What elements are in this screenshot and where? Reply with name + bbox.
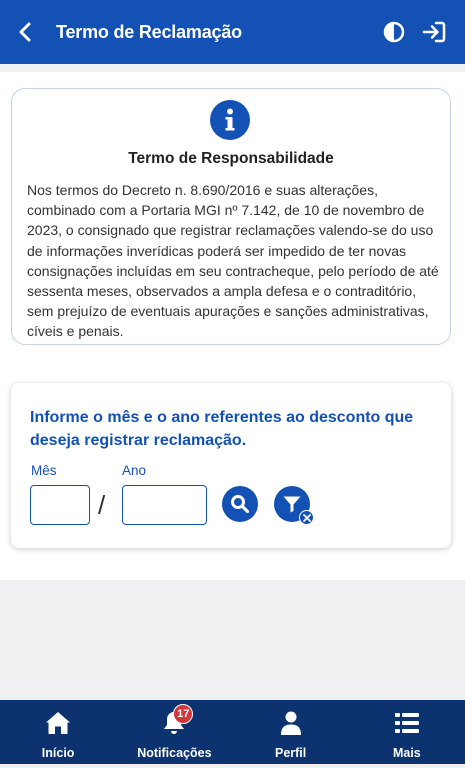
divider	[0, 64, 465, 72]
back-button[interactable]	[14, 21, 36, 43]
nav-item-more[interactable]: Mais	[349, 700, 465, 768]
login-button[interactable]	[421, 19, 447, 45]
list-icon	[393, 709, 421, 737]
date-separator: /	[98, 490, 106, 520]
page-title: Termo de Reclamação	[56, 21, 242, 42]
nav-label-more: Mais	[392, 746, 421, 760]
nav-item-profile[interactable]: Perfil	[233, 700, 349, 768]
user-icon	[277, 709, 305, 737]
filter-clear-icon	[299, 510, 314, 525]
home-icon	[44, 709, 72, 737]
month-label: Mês	[31, 463, 57, 478]
bottom-edge	[0, 764, 465, 768]
nav-label-profile: Perfil	[274, 746, 307, 760]
nav-item-notifications[interactable]: 17 Notificações	[116, 700, 232, 768]
nav-label-home: Início	[41, 746, 75, 760]
year-input[interactable]	[122, 485, 207, 525]
info-icon	[210, 100, 250, 140]
form-prompt: Informe o mês e o ano referentes ao desc…	[30, 409, 414, 449]
app-header: Termo de Reclamação	[0, 0, 465, 64]
search-button[interactable]	[222, 486, 258, 522]
notice-title: Termo de Responsabilidade	[128, 150, 334, 167]
contrast-icon	[383, 21, 405, 43]
nav-label-notifications: Notificações	[137, 746, 212, 760]
notice-body: Nos termos do Decreto n. 8.690/2016 e su…	[27, 182, 439, 340]
month-input[interactable]	[30, 485, 90, 525]
bottom-nav: Início 17 Notificações Perfil Mais	[0, 700, 465, 768]
chevron-left-icon	[19, 22, 31, 42]
notification-count-badge: 17	[173, 704, 194, 724]
sign-in-icon	[422, 21, 446, 43]
year-label: Ano	[122, 463, 147, 478]
nav-item-home[interactable]: Início	[0, 700, 116, 768]
contrast-button[interactable]	[381, 19, 407, 45]
filter-icon	[283, 496, 301, 513]
search-icon	[231, 495, 250, 514]
